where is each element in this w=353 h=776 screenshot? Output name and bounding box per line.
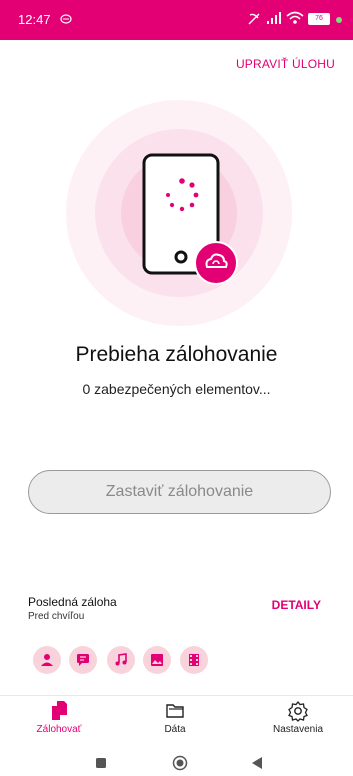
loading-spinner-icon — [166, 178, 199, 212]
gear-icon — [288, 700, 308, 722]
wifi-icon — [286, 11, 304, 24]
last-backup-label: Posledná záloha — [28, 595, 117, 609]
messages-icon — [77, 654, 89, 666]
nav-label-backup: Zálohovať — [36, 724, 82, 735]
nav-item-backup[interactable]: Zálohovať — [9, 700, 109, 735]
recents-icon[interactable] — [95, 757, 107, 769]
nav-item-settings[interactable]: Nastavenia — [248, 700, 348, 735]
battery-icon: 76 — [308, 13, 330, 25]
messages-chip[interactable] — [69, 646, 97, 674]
backup-status-title: Prebieha zálohovanie — [75, 343, 278, 366]
contacts-icon — [41, 654, 53, 666]
nav-label-data: Dáta — [164, 724, 186, 735]
home-icon[interactable] — [172, 755, 188, 771]
music-chip[interactable] — [107, 646, 135, 674]
back-icon[interactable] — [250, 756, 264, 770]
music-icon — [115, 653, 127, 666]
edit-task-link[interactable]: UPRAVIŤ ÚLOHU — [236, 57, 335, 71]
system-nav-bar — [0, 752, 353, 776]
stop-backup-button[interactable]: Zastaviť zálohovanie — [28, 470, 331, 514]
details-link[interactable]: DETAILY — [272, 598, 321, 612]
videos-chip[interactable] — [180, 646, 208, 674]
backup-icon — [52, 701, 67, 720]
photos-chip[interactable] — [143, 646, 171, 674]
folder-icon — [166, 704, 184, 718]
cloud-sync-icon — [194, 241, 238, 285]
nav-item-data[interactable]: Dáta — [125, 700, 225, 735]
photos-icon — [151, 654, 163, 666]
status-time: 12:47 — [18, 12, 51, 27]
bottom-nav-divider — [0, 695, 353, 696]
battery-level: 76 — [315, 15, 323, 22]
status-dot-icon — [336, 17, 342, 23]
signal-icon — [267, 12, 281, 24]
nav-label-settings: Nastavenia — [272, 724, 324, 735]
contacts-chip[interactable] — [33, 646, 61, 674]
backup-status-subtitle: 0 zabezpečených elementov... — [82, 381, 271, 397]
status-bar: 12:47 76 — [0, 0, 353, 40]
wifi-calling-icon — [248, 13, 260, 25]
last-backup-time: Pred chvíľou — [28, 611, 85, 622]
videos-icon — [189, 654, 199, 666]
notification-icon — [60, 14, 72, 24]
